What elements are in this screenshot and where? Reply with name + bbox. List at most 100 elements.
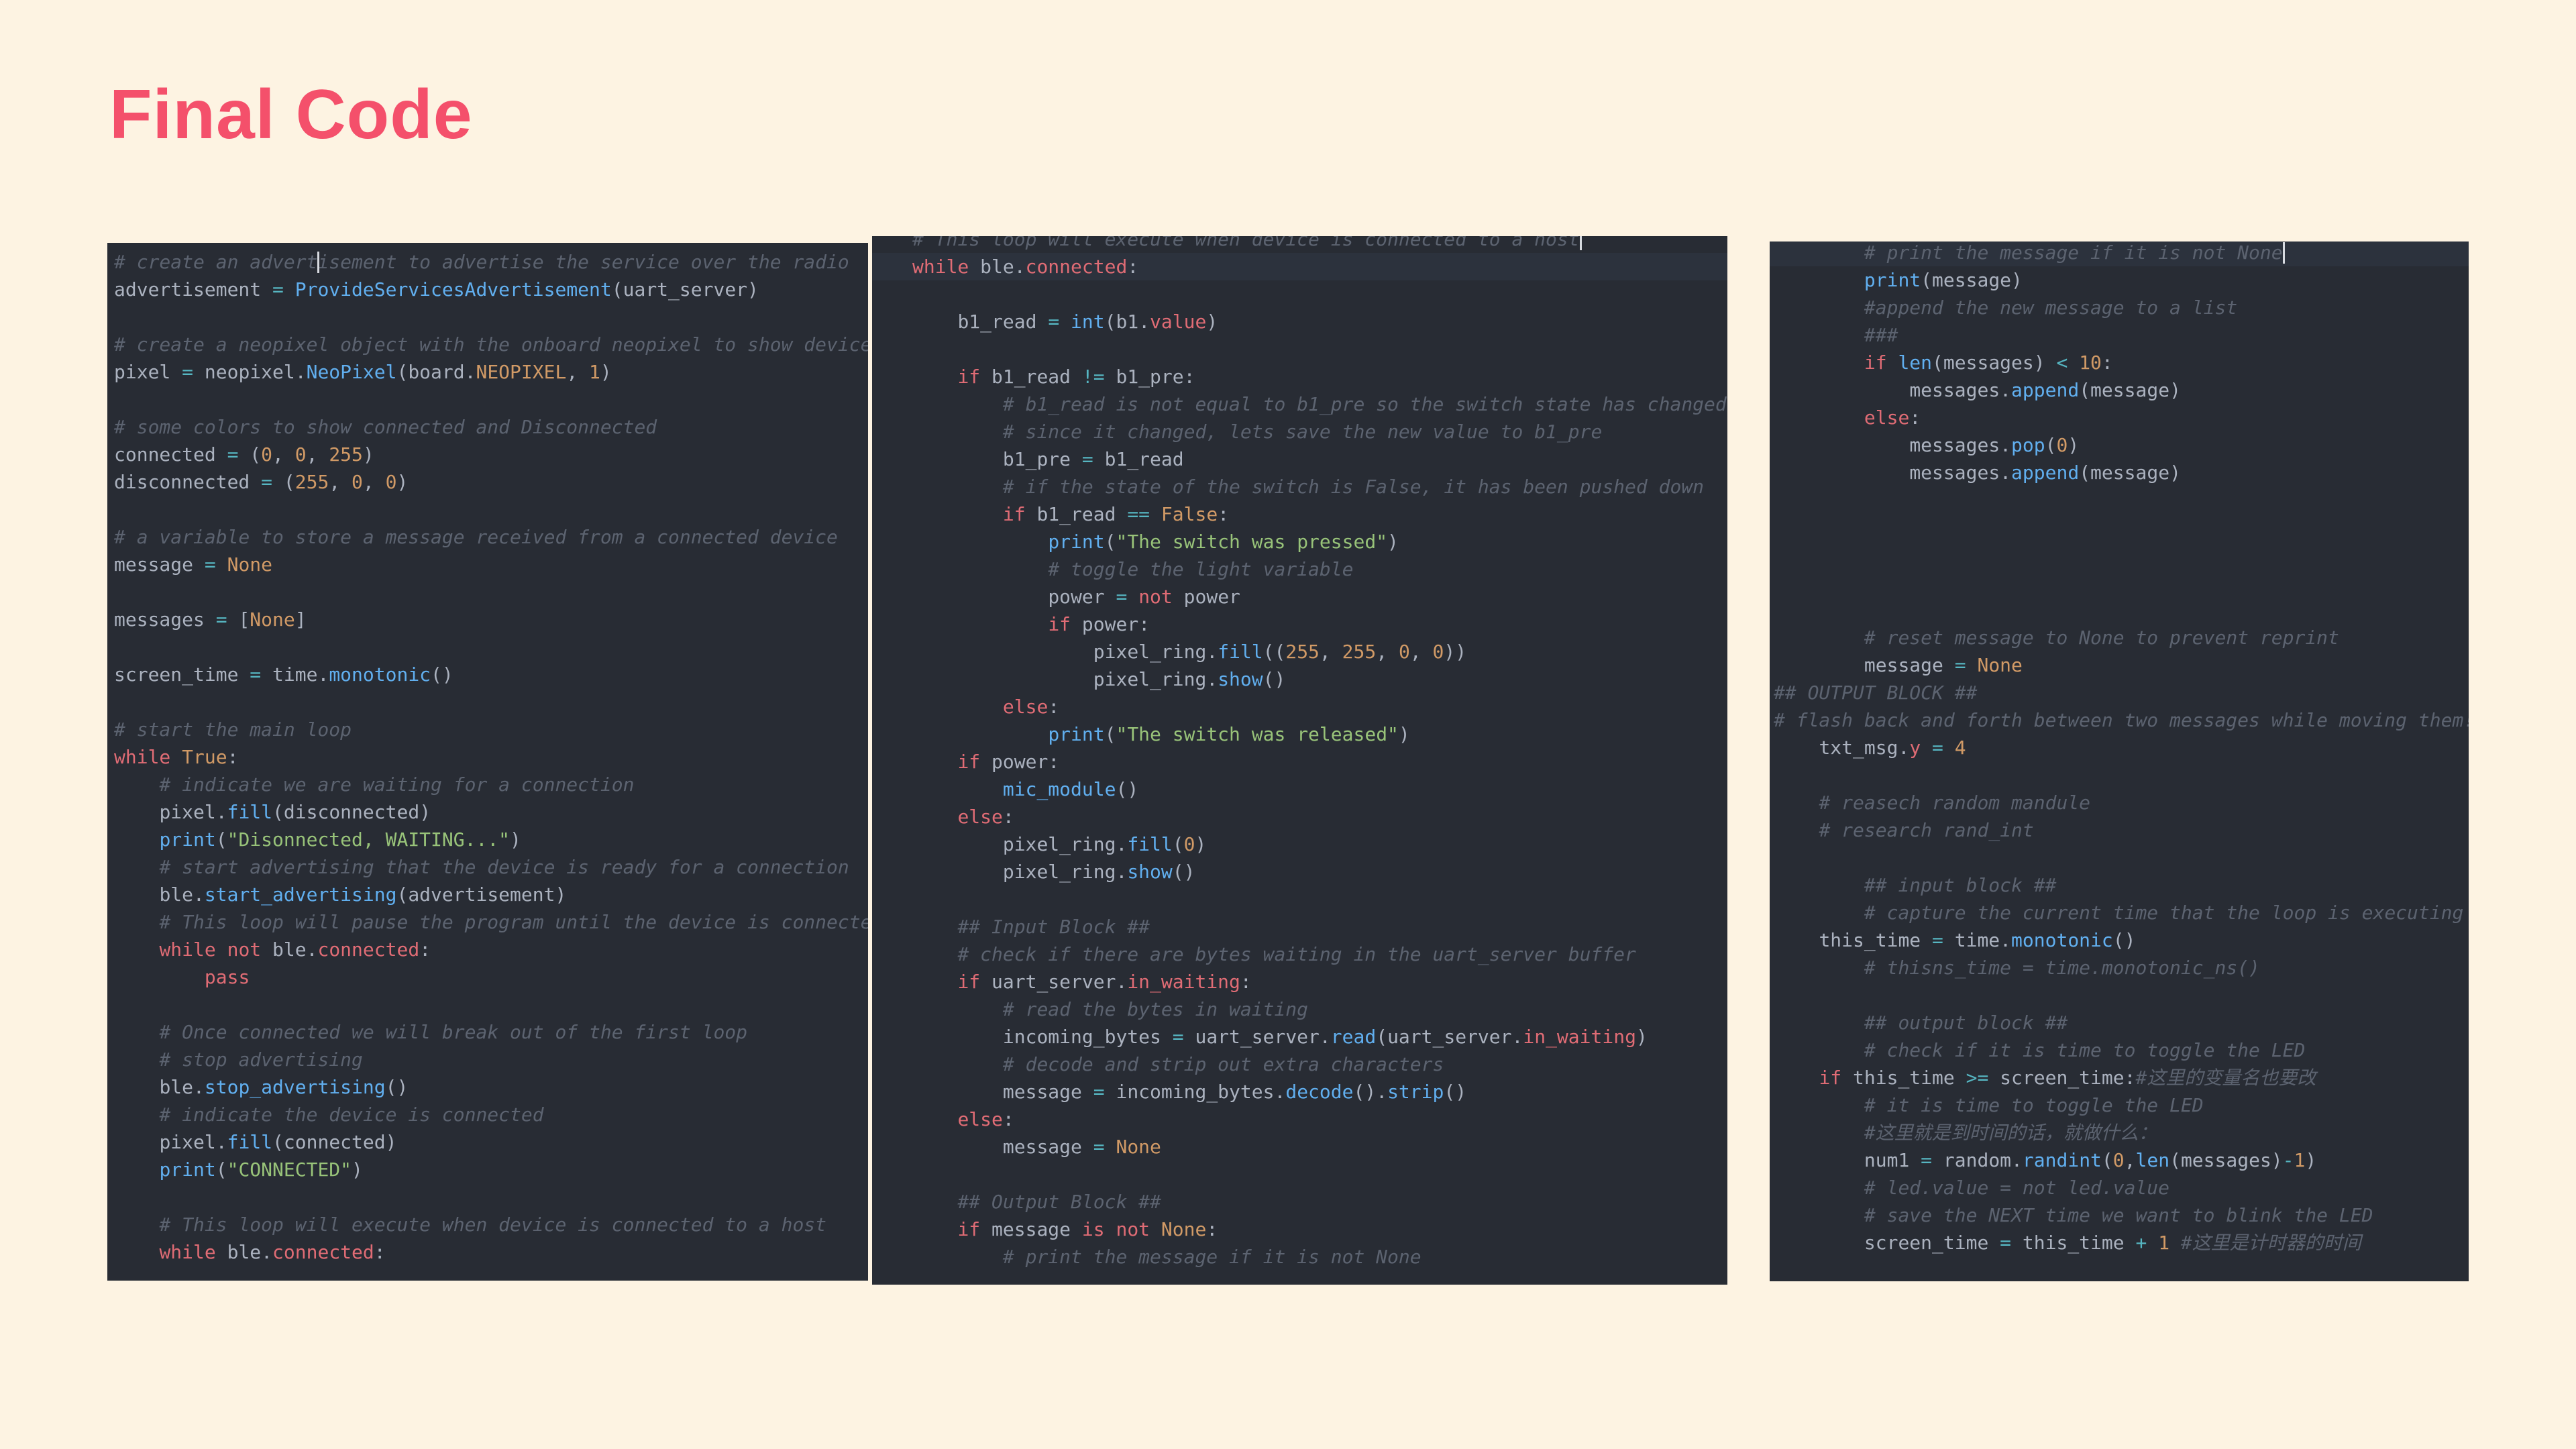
code-line: messages.pop(0) (1909, 434, 2080, 456)
code-line: # create a neopixel object with the onbo… (114, 333, 868, 356)
text-cursor (1579, 236, 1582, 250)
code-line: ## Output Block ## (957, 1191, 1161, 1213)
code-line: # a variable to store a message received… (114, 526, 838, 548)
text-cursor (317, 252, 320, 273)
code-line: # research rand_int (1819, 819, 2034, 841)
code-line: if message is not None: (957, 1218, 1218, 1240)
code-line: message = None (114, 553, 273, 576)
code-line: else: (1002, 696, 1060, 718)
code-line: connected = (0, 0, 255) (114, 443, 374, 466)
code-line: if b1_read == False: (1002, 503, 1230, 525)
code-line: # This loop will execute when device is … (159, 1214, 827, 1236)
code-line: # reasech random mandule (1819, 792, 2091, 814)
code-line: print("The switch was released") (1048, 723, 1410, 745)
code-line: while ble.connected: (159, 1241, 386, 1263)
code-line: # read the bytes in waiting (1002, 998, 1309, 1020)
code-line: messages.append(message) (1909, 462, 2181, 484)
code-line: # decode and strip out extra characters (1002, 1053, 1444, 1075)
code-line: ### (1864, 324, 1898, 346)
code-line: messages.append(message) (1909, 379, 2181, 401)
code-line: # flash back and forth between two messa… (1774, 709, 2469, 731)
code-line: # reset message to None to prevent repri… (1864, 627, 2339, 649)
code-line: # led.value = not led.value (1864, 1177, 2170, 1199)
code-line: advertisement = ProvideServicesAdvertise… (114, 278, 759, 301)
code-line: # indicate we are waiting for a connecti… (159, 773, 635, 796)
code-line: messages = [None] (114, 608, 307, 631)
code-line: # capture the current time that the loop… (1864, 902, 2464, 924)
code-line: # toggle the light variable (1048, 558, 1354, 580)
code-line: ## Input Block ## (957, 916, 1150, 938)
code-line: else: (957, 1108, 1014, 1130)
code-line: print(message) (1864, 269, 2023, 291)
code-line: # start advertising that the device is r… (159, 856, 849, 878)
code-line: # start the main loop (114, 718, 352, 741)
code-line: mic_module() (1002, 778, 1139, 800)
code-line: # since it changed, lets save the new va… (1002, 421, 1603, 443)
code-line: pass (204, 966, 250, 988)
code-line: disconnected = (255, 0, 0) (114, 471, 409, 493)
code-line: ble.start_advertising(advertisement) (159, 883, 567, 906)
code-line: # This loop will execute when device is … (872, 236, 1727, 253)
code-line: pixel_ring.show() (1093, 668, 1286, 690)
code-line: if len(messages) < 10: (1864, 352, 2113, 374)
code-line: # print the message if it is not None (1002, 1246, 1421, 1268)
text-cursor (2282, 242, 2285, 264)
code-line: message = None (1864, 654, 2023, 676)
code-line: ## OUTPUT BLOCK ## (1774, 682, 1978, 704)
code-line: b1_pre = b1_read (1002, 448, 1184, 470)
code-line: # it is time to toggle the LED (1864, 1094, 2204, 1116)
code-line: pixel.fill(disconnected) (159, 801, 431, 823)
code-line: ## output block ## (1864, 1012, 2068, 1034)
code-panel-middle[interactable]: # This loop will execute when device is … (872, 236, 1727, 1285)
code-line: while not ble.connected: (159, 938, 431, 961)
code-line: power = not power (1048, 586, 1240, 608)
code-line: # some colors to show connected and Disc… (114, 416, 657, 438)
code-line: # create an advertisement to advertise t… (114, 251, 849, 273)
code-line: if b1_read != b1_pre: (957, 366, 1195, 388)
code-line: # check if it is time to toggle the LED (1864, 1039, 2306, 1061)
code-line: incoming_bytes = uart_server.read(uart_s… (1002, 1026, 1648, 1048)
code-line: ## input block ## (1864, 874, 2057, 896)
code-line: while True: (114, 746, 239, 768)
code-area-left[interactable]: # create an advertisement to advertise t… (107, 248, 868, 1266)
code-line: message = incoming_bytes.decode().strip(… (1002, 1081, 1467, 1103)
code-area-right[interactable]: # print the message if it is not None pr… (1770, 241, 2469, 1256)
page-title: Final Code (109, 76, 473, 154)
code-line: #append the new message to a list (1864, 297, 2238, 319)
code-line: # Once connected we will break out of th… (159, 1021, 748, 1043)
code-line-current: # print the message if it is not None (1770, 241, 2469, 266)
code-line: if uart_server.in_waiting: (957, 971, 1252, 993)
code-line: if power: (1048, 613, 1150, 635)
code-line: txt_msg.y = 4 (1819, 737, 1966, 759)
code-line: # b1_read is not equal to b1_pre so the … (1002, 393, 1727, 415)
code-line: pixel_ring.show() (1002, 861, 1195, 883)
code-area-middle[interactable]: # This loop will execute when device is … (872, 236, 1727, 1271)
code-line: pixel_ring.fill((255, 255, 0, 0)) (1093, 641, 1467, 663)
code-line: # check if there are bytes waiting in th… (957, 943, 1636, 965)
code-line: # indicate the device is connected (159, 1104, 544, 1126)
code-line: screen_time = this_time + 1 #这里是计时器的时间 (1864, 1232, 2361, 1254)
code-line: num1 = random.randint(0,len(messages)-1) (1864, 1149, 2317, 1171)
code-line: pixel_ring.fill(0) (1002, 833, 1207, 855)
code-panel-right[interactable]: # print the message if it is not None pr… (1770, 241, 2469, 1281)
code-line: else: (1864, 407, 1921, 429)
code-panel-left[interactable]: # create an advertisement to advertise t… (107, 243, 868, 1281)
code-line: pixel = neopixel.NeoPixel(board.NEOPIXEL… (114, 361, 612, 383)
